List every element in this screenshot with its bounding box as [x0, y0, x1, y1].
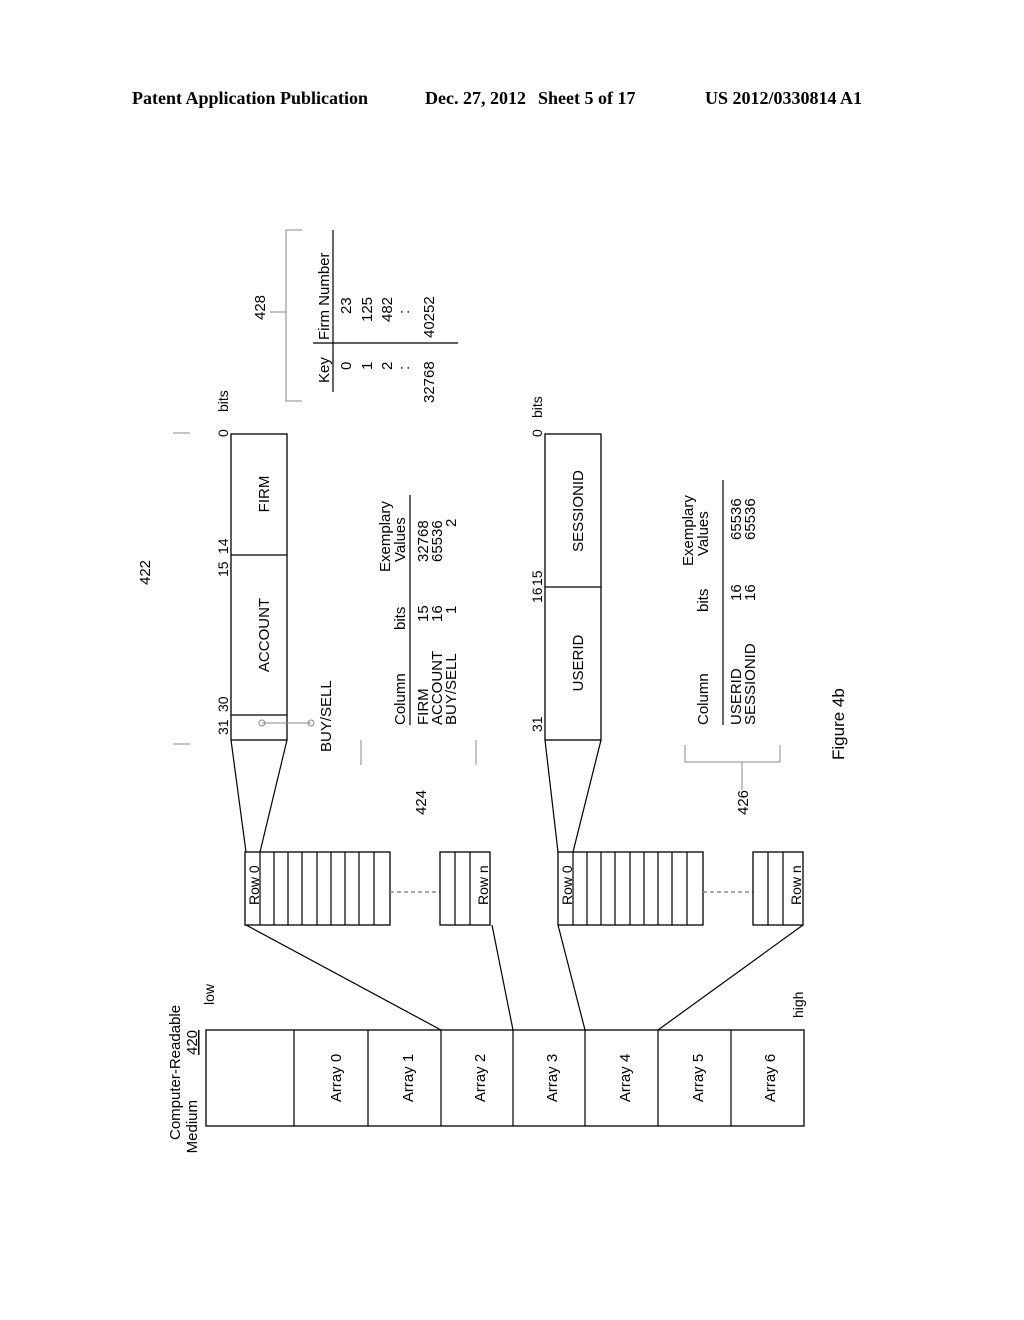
row-buysell-value: 2 [443, 519, 460, 527]
medium-arrays: Array 0 Array 1 Array 2 Array 3 Array 4 … [167, 983, 806, 1153]
firm-ellipsis: : [396, 310, 413, 314]
array-1-label: Array 1 [400, 1054, 417, 1102]
col-header-values: Values [392, 517, 409, 562]
array-3-label: Array 3 [544, 1054, 561, 1102]
buy-sell-callout: BUY/SELL [318, 680, 335, 752]
bit-0: 0 [529, 429, 545, 437]
row-buysell-column: BUY/SELL [443, 653, 460, 725]
array-5-label: Array 5 [690, 1054, 707, 1102]
low-label: low [201, 983, 217, 1005]
col-header-bits: bits [695, 589, 712, 612]
bit-15: 15 [215, 561, 231, 577]
record-layout-422: FIRM ACCOUNT 0 bits 14 15 30 31 BUY/SELL… [137, 390, 335, 752]
ref-428: 428 [252, 295, 269, 320]
array-4-label: Array 4 [617, 1054, 634, 1102]
col-header-column: Column [695, 673, 712, 725]
ref-422: 422 [137, 560, 154, 585]
row-group-2: Row 0 Row n [557, 851, 804, 926]
bits-unit: bits [215, 390, 231, 412]
row-n-label: Row n [788, 865, 804, 905]
bracket-428 [285, 229, 302, 402]
row-group-1: Row 0 Row n [244, 851, 491, 926]
col-header-column: Column [392, 673, 409, 725]
field-account: ACCOUNT [256, 598, 273, 672]
row-0-label: Row 0 [246, 865, 262, 905]
key-1: 1 [359, 362, 376, 370]
firm-2: 482 [379, 297, 396, 322]
array-2-label: Array 2 [472, 1054, 489, 1102]
bit-31: 31 [529, 716, 545, 732]
bit-0: 0 [215, 429, 231, 437]
medium-ref: 420 [184, 1030, 201, 1055]
medium-label-line2: Medium [184, 1100, 201, 1153]
bit-14: 14 [215, 538, 231, 554]
col-header-firm-number: Firm Number [316, 252, 333, 340]
bit-30: 30 [215, 696, 231, 712]
key-32768: 32768 [421, 361, 438, 403]
medium-outline [205, 1029, 805, 1127]
bits-unit: bits [529, 396, 545, 418]
ref-424: 424 [413, 790, 430, 815]
high-label: high [790, 992, 806, 1018]
table-426: Column bits Exemplary Values USERID 16 6… [680, 480, 848, 815]
firm-0: 23 [338, 297, 355, 314]
row-n-label: Row n [475, 865, 491, 905]
field-firm: FIRM [256, 476, 273, 513]
row-0-label: Row 0 [559, 865, 575, 905]
record-layout-session: SESSIONID USERID 0 bits 15 16 31 [529, 396, 602, 741]
bit-31: 31 [215, 719, 231, 735]
row-sessionid-column: SESSIONID [742, 643, 759, 725]
field-userid: USERID [570, 635, 587, 692]
figure-4b: Array 0 Array 1 Array 2 Array 3 Array 4 … [137, 229, 848, 1153]
figure-caption: Figure 4b [829, 688, 848, 760]
array-0-label: Array 0 [328, 1054, 345, 1102]
field-sessionid: SESSIONID [570, 470, 587, 552]
bit-16: 16 [529, 587, 545, 603]
col-header-key: Key [316, 357, 333, 383]
firm-1: 125 [359, 297, 376, 322]
key-ellipsis: : [396, 366, 413, 370]
bit-15: 15 [529, 570, 545, 586]
col-header-values: Values [695, 511, 712, 556]
key-0: 0 [338, 362, 355, 370]
fan-lines [245, 924, 804, 1031]
col-header-bits: bits [392, 607, 409, 630]
table-428: 428 Key Firm Number 0 23 1 125 2 482 : :… [252, 229, 458, 403]
array-6-label: Array 6 [762, 1054, 779, 1102]
row-sessionid-value: 65536 [742, 498, 759, 540]
row-buysell-bits: 1 [443, 606, 460, 614]
ref-426: 426 [735, 790, 752, 815]
firm-40252: 40252 [421, 296, 438, 338]
row-sessionid-bits: 16 [742, 584, 759, 601]
medium-label-line1: Computer-Readable [167, 1005, 184, 1140]
key-2: 2 [379, 362, 396, 370]
bracket-426 [684, 745, 781, 763]
table-424: Column bits Exemplary Values FIRM 15 327… [360, 495, 477, 815]
